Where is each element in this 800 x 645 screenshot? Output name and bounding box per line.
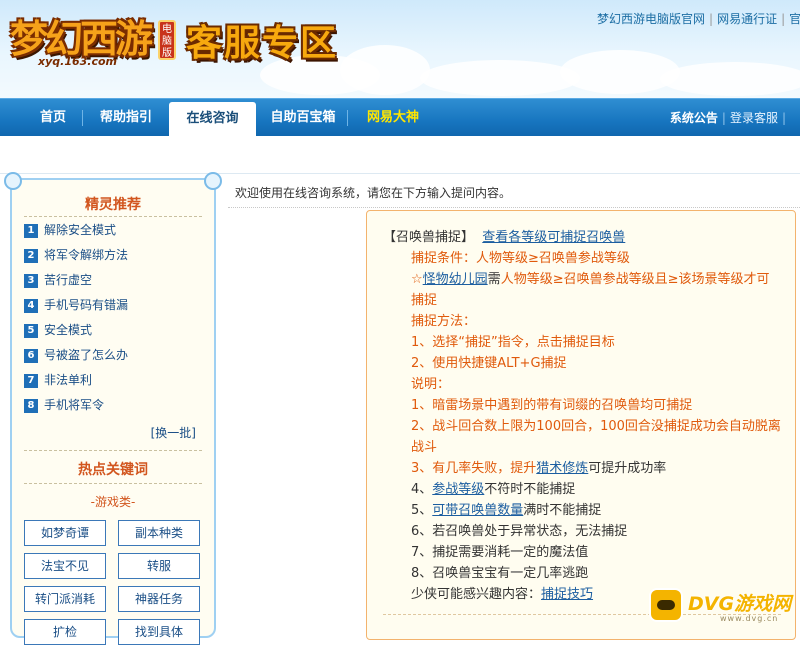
- nav-self-service[interactable]: 自助百宝箱: [262, 99, 344, 137]
- capture-tips-link[interactable]: 捕捉技巧: [541, 587, 593, 602]
- method-step: 2、使用快捷键ALT+G捕捉: [411, 356, 567, 371]
- recommend-link[interactable]: 将军令解绑方法: [44, 248, 128, 262]
- item-number: 2: [24, 248, 38, 263]
- hunting-skill-link[interactable]: 猎术修炼: [536, 461, 588, 476]
- cloud-decoration: [560, 50, 680, 94]
- official-site-link[interactable]: 梦幻西游电脑版官网: [597, 12, 705, 26]
- main-nav: 首页 帮助指引 在线咨询 自助百宝箱 网易大神 系统公告 | 登录客服 |: [0, 98, 800, 137]
- divider: [24, 450, 202, 451]
- keyword-button[interactable]: 神器任务: [118, 586, 200, 612]
- game-logo[interactable]: 梦幻西游 电脑版 xyq.163.com: [8, 6, 183, 68]
- logo-url: xyq.163.com: [38, 55, 117, 68]
- item-number: 4: [24, 298, 38, 313]
- refresh-batch-link[interactable]: [换一批]: [151, 424, 196, 441]
- pet-capacity-link[interactable]: 可带召唤兽数量: [432, 503, 523, 518]
- corner-ornament: [204, 172, 222, 190]
- list-item[interactable]: 3 苦行虚空: [24, 268, 128, 293]
- recommend-link[interactable]: 手机将军令: [44, 398, 104, 412]
- keyword-button[interactable]: 扩检: [24, 619, 106, 645]
- note-item: 2、战斗回合数上限为100回合，100回合没捕捉成功会自动脱离战斗: [411, 419, 781, 455]
- recommend-link[interactable]: 非法单利: [44, 373, 92, 387]
- item-number: 6: [24, 348, 38, 363]
- item-number: 7: [24, 373, 38, 388]
- battle-level-link[interactable]: 参战等级: [432, 482, 484, 497]
- divider: [228, 207, 800, 208]
- watermark-url: www.dvg.cn: [720, 614, 779, 623]
- cloud-decoration: [420, 60, 580, 96]
- method-step: 1、选择“捕捉”指令，点击捕捉目标: [411, 335, 615, 350]
- interest-label: 少侠可能感兴趣内容：: [411, 587, 542, 602]
- note-title: 说明：: [411, 377, 451, 392]
- item-number: 8: [24, 398, 38, 413]
- answer-heading: 【召唤兽捕捉】: [383, 230, 475, 245]
- recommend-link[interactable]: 安全模式: [44, 323, 92, 337]
- login-service-link[interactable]: 登录客服: [730, 111, 778, 125]
- nav-netease-dashen[interactable]: 网易大神: [354, 99, 432, 137]
- note-item: 6、若召唤兽处于异常状态，无法捕捉: [411, 524, 628, 539]
- welcome-message: 欢迎使用在线咨询系统，请您在下方输入提问内容。: [235, 186, 512, 200]
- keyword-button[interactable]: 找到具体: [118, 619, 200, 645]
- list-item[interactable]: 4 手机号码有错漏: [24, 293, 128, 318]
- corner-ornament: [4, 172, 22, 190]
- watermark: DVG游戏网 www.dvg.cn: [648, 583, 800, 629]
- keyword-button[interactable]: 法宝不见: [24, 553, 106, 579]
- recommend-link[interactable]: 苦行虚空: [44, 273, 92, 287]
- category-label: -游戏类-: [90, 495, 136, 509]
- view-capturable-link[interactable]: 查看各等级可捕捉召唤兽: [482, 230, 625, 245]
- list-item[interactable]: 1 解除安全模式: [24, 218, 128, 243]
- sidebar: 精灵推荐 1 解除安全模式 2 将军令解绑方法 3 苦行虚空 4 手机号码有错漏 5 安全…: [4, 172, 222, 645]
- top-links: 梦幻西游电脑版官网 | 网易通行证 | 官: [597, 12, 800, 26]
- answer-panel: 【召唤兽捕捉】 查看各等级可捕捉召唤兽 捕捉条件：人物等级≥召唤兽参战等级 ☆怪…: [366, 210, 796, 640]
- nav-help-guide[interactable]: 帮助指引: [88, 99, 164, 137]
- gamepad-icon: [651, 590, 681, 620]
- divider: [24, 216, 202, 217]
- keyword-button[interactable]: 转门派消耗: [24, 586, 106, 612]
- item-number: 3: [24, 273, 38, 288]
- recommend-list: 1 解除安全模式 2 将军令解绑方法 3 苦行虚空 4 手机号码有错漏 5 安全模式 6号…: [24, 218, 128, 418]
- recommend-link[interactable]: 号被盗了怎么办: [44, 348, 128, 362]
- recommend-link[interactable]: 手机号码有错漏: [44, 298, 128, 312]
- hot-keywords-title: 热点关键词: [78, 462, 148, 478]
- capture-condition: 捕捉条件：人物等级≥召唤兽参战等级: [411, 251, 630, 266]
- keyword-button[interactable]: 副本种类: [118, 520, 200, 546]
- site-header: 梦幻西游 电脑版 xyq.163.com 客服专区 梦幻西游电脑版官网 | 网易通行…: [0, 0, 800, 98]
- divider: [24, 483, 202, 484]
- keyword-button[interactable]: 转服: [118, 553, 200, 579]
- nav-right-links: 系统公告 | 登录客服 |: [669, 111, 786, 125]
- answer-content: 【召唤兽捕捉】 查看各等级可捕捉召唤兽 捕捉条件：人物等级≥召唤兽参战等级 ☆怪…: [383, 230, 781, 602]
- list-item[interactable]: 5 安全模式: [24, 318, 128, 343]
- item-number: 5: [24, 323, 38, 338]
- list-item[interactable]: 6 号被盗了怎么办: [24, 343, 128, 368]
- nav-online-consult[interactable]: 在线咨询: [169, 102, 256, 137]
- cloud-decoration: [340, 45, 430, 95]
- note-item: 8、召唤兽宝宝有一定几率逃跑: [411, 566, 589, 581]
- cloud-decoration: [660, 62, 800, 96]
- nav-home[interactable]: 首页: [24, 99, 82, 137]
- recommend-title: 精灵推荐: [85, 197, 141, 213]
- system-notice-link[interactable]: 系统公告: [670, 111, 718, 125]
- star-mark: ☆: [411, 272, 423, 287]
- note-item: 7、捕捉需要消耗一定的魔法值: [411, 545, 589, 560]
- list-item[interactable]: 2 将军令解绑方法: [24, 243, 128, 268]
- nav-divider: [347, 110, 348, 126]
- watermark-text: DVG游戏网: [688, 593, 792, 615]
- official-link-truncated[interactable]: 官: [789, 12, 800, 26]
- list-item[interactable]: 8 手机将军令: [24, 393, 128, 418]
- monster-kindergarten-link[interactable]: 怪物幼儿园: [423, 272, 488, 287]
- logo-badge: 电脑版: [158, 20, 176, 60]
- passport-link[interactable]: 网易通行证: [717, 12, 777, 26]
- list-item[interactable]: 7 非法单利: [24, 368, 128, 393]
- subnav-strip: [0, 136, 800, 174]
- keyword-button[interactable]: 如梦奇谭: [24, 520, 106, 546]
- item-number: 1: [24, 223, 38, 238]
- method-title: 捕捉方法：: [411, 314, 477, 329]
- note-item: 1、暗雷场景中遇到的带有词缀的召唤兽均可捕捉: [411, 398, 693, 413]
- page-title: 客服专区: [186, 23, 339, 64]
- nav-divider: [82, 110, 83, 126]
- recommend-link[interactable]: 解除安全模式: [44, 223, 116, 237]
